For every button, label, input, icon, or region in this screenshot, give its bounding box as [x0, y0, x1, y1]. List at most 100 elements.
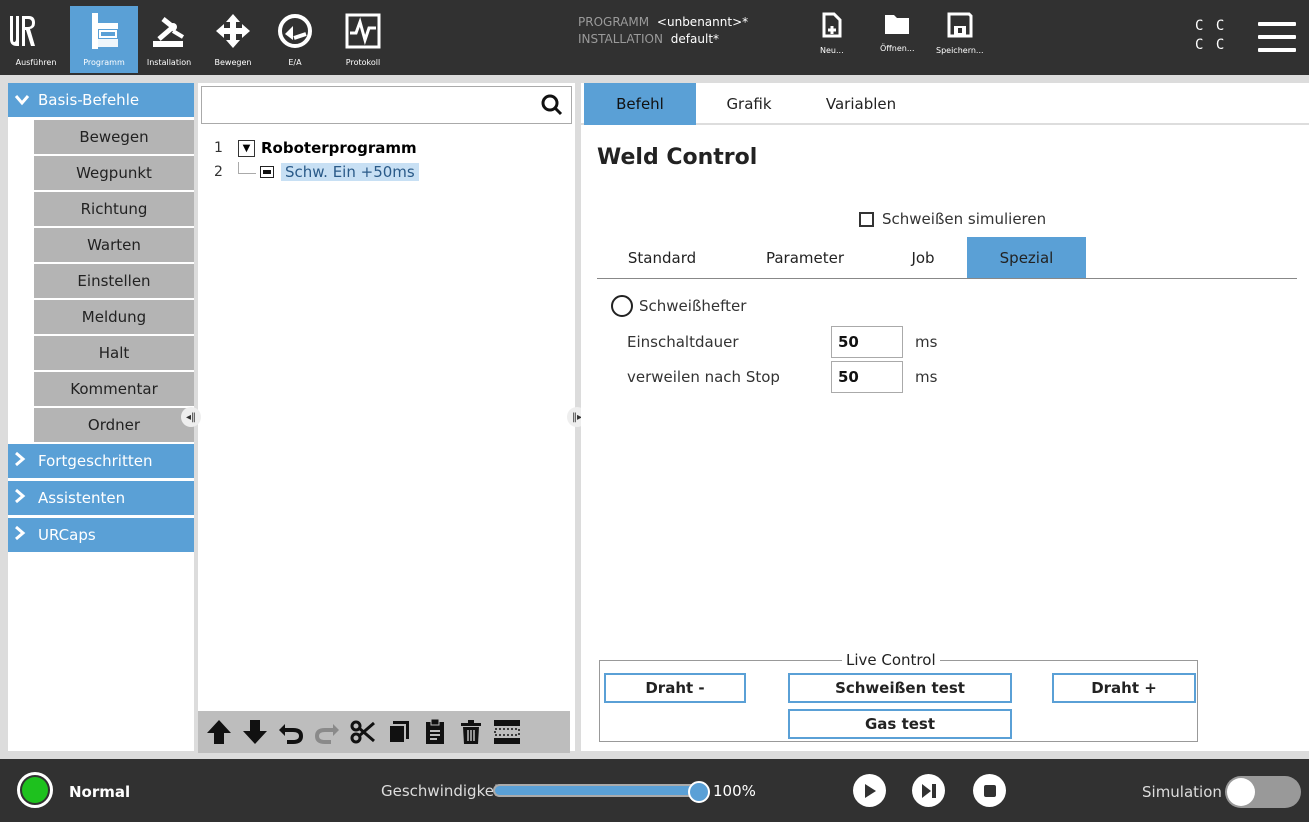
- line-number: 2: [214, 164, 223, 180]
- suppress-icon[interactable]: [490, 713, 523, 751]
- nav-run-label: Ausführen: [15, 58, 57, 67]
- dwell-after-stop-row: verweilen nach Stop 50 ms: [627, 361, 937, 393]
- nav-installation[interactable]: Installation: [140, 6, 198, 73]
- new-button[interactable]: Neu...: [820, 12, 844, 55]
- tab-variables[interactable]: Variablen: [802, 83, 920, 125]
- speed-slider[interactable]: [493, 784, 703, 797]
- speed-value: 100%: [713, 782, 756, 800]
- cc-top: C C: [1195, 18, 1227, 34]
- tack-weld-label: Schweißhefter: [639, 297, 747, 315]
- on-time-unit: ms: [915, 333, 938, 351]
- on-time-input[interactable]: 50: [831, 326, 903, 358]
- control-center-indicator[interactable]: C C C C: [1195, 17, 1226, 55]
- nav-io-label: E/A: [288, 58, 302, 67]
- collapse-left-panel-icon[interactable]: ◂‖: [181, 407, 201, 427]
- delete-trash-icon[interactable]: [454, 713, 487, 751]
- tree-node-weld-on[interactable]: 2 Schw. Ein +50ms: [214, 161, 419, 183]
- category-urcaps[interactable]: URCaps: [8, 518, 194, 552]
- command-palette: Basis-Befehle Bewegen Wegpunkt Richtung …: [8, 83, 194, 751]
- category-basic[interactable]: Basis-Befehle: [8, 83, 194, 117]
- subtab-parameter[interactable]: Parameter: [740, 237, 870, 278]
- stop-icon[interactable]: [973, 774, 1006, 807]
- command-comment[interactable]: Kommentar: [34, 372, 194, 406]
- on-time-row: Einschaltdauer 50 ms: [627, 326, 937, 358]
- move-down-icon[interactable]: [238, 713, 271, 751]
- command-move[interactable]: Bewegen: [34, 120, 194, 154]
- open-button[interactable]: Öffnen...: [880, 12, 915, 53]
- nav-io[interactable]: E/A: [270, 6, 320, 73]
- program-tree-panel: 1 ▼ Roboterprogramm 2 Schw. Ein +50ms: [198, 83, 575, 753]
- tree-node-root[interactable]: 1 ▼ Roboterprogramm: [214, 137, 417, 159]
- radio-button[interactable]: [611, 295, 633, 317]
- command-halt[interactable]: Halt: [34, 336, 194, 370]
- chevron-down-icon: [14, 91, 32, 110]
- tree-connector: [238, 162, 256, 174]
- chevron-right-icon: [14, 488, 32, 508]
- robot-status-icon[interactable]: [17, 772, 53, 808]
- nav-move[interactable]: Bewegen: [206, 6, 260, 73]
- speed-slider-handle[interactable]: [688, 781, 710, 803]
- command-wait[interactable]: Warten: [34, 228, 194, 262]
- gas-test-button[interactable]: Gas test: [788, 709, 1012, 739]
- command-folder[interactable]: Ordner: [34, 408, 194, 442]
- hamburger-menu-icon[interactable]: [1258, 22, 1296, 52]
- play-icon[interactable]: [853, 774, 886, 807]
- move-up-icon[interactable]: [202, 713, 235, 751]
- save-button[interactable]: Speichern...: [936, 12, 984, 55]
- live-control-title: Live Control: [842, 651, 940, 669]
- subtab-job[interactable]: Job: [883, 237, 963, 278]
- move-arrows-icon: [211, 6, 255, 56]
- command-direction[interactable]: Richtung: [34, 192, 194, 226]
- step-icon[interactable]: [912, 774, 945, 807]
- category-wizards[interactable]: Assistenten: [8, 481, 194, 515]
- polyscope-window: Ausführen Programm Installation Bewegen …: [0, 0, 1309, 822]
- nav-program[interactable]: Programm: [70, 6, 138, 73]
- tack-weld-option[interactable]: Schweißhefter: [611, 295, 746, 317]
- robot-arm-icon: [147, 6, 191, 56]
- tab-command[interactable]: Befehl: [584, 83, 696, 125]
- command-set[interactable]: Einstellen: [34, 264, 194, 298]
- wire-plus-button[interactable]: Draht +: [1052, 673, 1196, 703]
- nav-log[interactable]: Protokoll: [336, 6, 390, 73]
- copy-icon[interactable]: [382, 713, 415, 751]
- open-label: Öffnen...: [880, 44, 915, 53]
- simulate-weld-checkbox[interactable]: Schweißen simulieren: [859, 210, 1046, 228]
- command-popup[interactable]: Meldung: [34, 300, 194, 334]
- line-number: 1: [214, 140, 223, 156]
- tree-toolbar: [198, 711, 570, 753]
- cut-icon[interactable]: [346, 713, 379, 751]
- nav-run[interactable]: Ausführen: [4, 58, 68, 73]
- paste-icon[interactable]: [418, 713, 451, 751]
- bottom-bar: Normal Geschwindigkeit 100% Simulation: [0, 759, 1309, 822]
- new-file-icon: [822, 12, 842, 38]
- live-control-group: Live Control Draht - Schweißen test Drah…: [599, 651, 1198, 742]
- tree-search-box[interactable]: [201, 86, 572, 124]
- wire-minus-button[interactable]: Draht -: [604, 673, 746, 703]
- subtab-special[interactable]: Spezial: [967, 237, 1086, 278]
- search-icon[interactable]: [533, 87, 571, 123]
- dwell-after-stop-unit: ms: [915, 368, 938, 386]
- category-wizards-label: Assistenten: [38, 489, 126, 507]
- dwell-after-stop-input[interactable]: 50: [831, 361, 903, 393]
- weld-test-button[interactable]: Schweißen test: [788, 673, 1012, 703]
- program-name: <unbenannt>*: [656, 15, 749, 29]
- simulation-toggle[interactable]: [1225, 776, 1301, 808]
- subtab-standard[interactable]: Standard: [597, 237, 727, 278]
- io-icon: [273, 6, 317, 56]
- category-advanced[interactable]: Fortgeschritten: [8, 444, 194, 478]
- node-minus-icon: [258, 163, 275, 181]
- collapse-triangle-icon[interactable]: ▼: [238, 139, 255, 157]
- simulate-weld-label: Schweißen simulieren: [882, 210, 1047, 228]
- tab-graphics[interactable]: Grafik: [699, 83, 799, 125]
- tree-node-label: Roboterprogramm: [261, 139, 417, 157]
- program-tree-icon: [82, 6, 126, 56]
- category-advanced-label: Fortgeschritten: [38, 452, 153, 470]
- cc-bottom: C C: [1195, 37, 1227, 53]
- simulation-label: Simulation: [1142, 783, 1222, 801]
- nav-log-label: Protokoll: [345, 58, 381, 67]
- page-title: Weld Control: [597, 145, 758, 170]
- undo-icon[interactable]: [274, 713, 307, 751]
- on-time-label: Einschaltdauer: [627, 333, 739, 351]
- command-waypoint[interactable]: Wegpunkt: [34, 156, 194, 190]
- checkbox-icon[interactable]: [859, 211, 874, 227]
